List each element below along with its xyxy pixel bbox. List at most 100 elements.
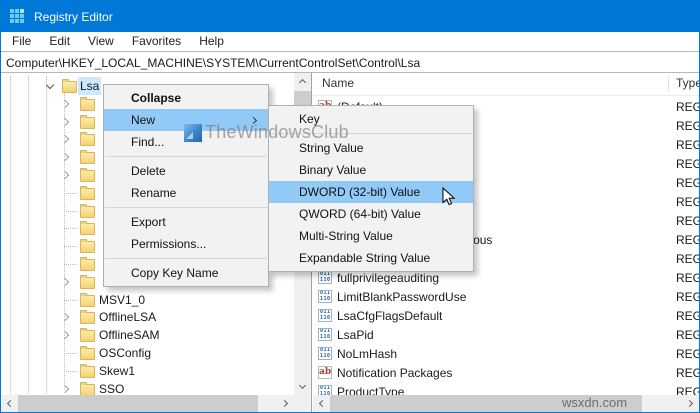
menubar-edit[interactable]: Edit: [40, 32, 79, 52]
value-type: REG_: [676, 117, 700, 136]
menu-bar: FileEditViewFavoritesHelp: [1, 32, 699, 52]
tree-item-label: OfflineLSA: [97, 308, 158, 326]
new-submenu-item-key[interactable]: Key: [269, 108, 473, 130]
folder-icon: [80, 223, 95, 235]
tree-item-label: OfflineSAM: [97, 326, 161, 344]
registry-value-nolmhash[interactable]: NoLmHash REG_: [313, 345, 699, 364]
folder-icon: [80, 312, 95, 324]
tree-item-msv1-0[interactable]: MSV1_0: [1, 291, 293, 309]
address-text: Computer\HKEY_LOCAL_MACHINE\SYSTEM\Curre…: [6, 56, 420, 70]
context-menu-item-export[interactable]: Export: [104, 211, 268, 233]
menubar-help[interactable]: Help: [190, 32, 233, 52]
folder-icon: [80, 277, 95, 289]
folder-icon: [80, 259, 95, 271]
expand-chevron-icon[interactable]: [61, 331, 69, 339]
tree-item-osconfig[interactable]: OSConfig: [1, 344, 293, 362]
scrollbar-corner: [294, 395, 311, 412]
new-submenu-item-dword-32-bit-value[interactable]: DWORD (32-bit) Value: [269, 181, 473, 203]
value-type: REG_: [676, 193, 700, 212]
tree-horizontal-scrollbar[interactable]: [1, 395, 294, 412]
collapse-chevron-icon[interactable]: [46, 81, 54, 89]
tree-connector: [64, 228, 77, 229]
expand-chevron-icon[interactable]: [61, 153, 69, 161]
value-type: REG_: [676, 288, 700, 307]
context-menu-item-delete[interactable]: Delete: [104, 160, 268, 182]
value-type: REG_: [676, 250, 700, 269]
tree-connector: [64, 264, 77, 265]
value-type: REG_: [676, 345, 700, 364]
value-type: REG_: [676, 136, 700, 155]
list-horizontal-scrollbar[interactable]: [313, 395, 699, 412]
value-type: REG_: [676, 212, 700, 231]
context-menu-item-rename[interactable]: Rename: [104, 182, 268, 204]
scroll-left-button[interactable]: [313, 395, 330, 412]
folder-icon: [80, 295, 95, 307]
tree-item-label: OSConfig: [97, 344, 153, 362]
scroll-right-button[interactable]: [682, 395, 699, 412]
context-menu-separator: [105, 207, 267, 208]
tree-connector: [64, 371, 77, 372]
address-bar[interactable]: Computer\HKEY_LOCAL_MACHINE\SYSTEM\Curre…: [1, 53, 699, 73]
value-type: REG_: [676, 307, 700, 326]
folder-icon: [80, 188, 95, 200]
tree-item-label: MSV1_0: [97, 291, 147, 309]
new-submenu-item-expandable-string-value[interactable]: Expandable String Value: [269, 247, 473, 269]
new-submenu-item-multi-string-value[interactable]: Multi-String Value: [269, 225, 473, 247]
scroll-up-button[interactable]: [294, 73, 311, 90]
title-bar: Registry Editor: [1, 1, 699, 32]
chevron-right-icon: [686, 400, 693, 407]
tree-item-skew1[interactable]: Skew1: [1, 362, 293, 380]
scroll-right-button[interactable]: [277, 395, 294, 412]
folder-icon: [80, 134, 95, 146]
folder-icon: [80, 330, 95, 342]
expand-chevron-icon[interactable]: [61, 171, 69, 179]
tree-connector: [64, 353, 77, 354]
value-type: REG_: [676, 174, 700, 193]
dword-value-icon: [318, 271, 332, 284]
new-submenu-item-string-value[interactable]: String Value: [269, 137, 473, 159]
context-menu-item-new[interactable]: New: [104, 109, 268, 131]
value-name: LsaPid: [337, 326, 374, 345]
context-menu-item-permissions[interactable]: Permissions...: [104, 233, 268, 255]
chevron-left-icon: [7, 400, 14, 407]
registry-editor-app-icon: [10, 9, 25, 24]
horizontal-scroll-thumb[interactable]: [18, 395, 258, 412]
tree-connector: [64, 246, 77, 247]
window-title: Registry Editor: [34, 10, 113, 24]
context-menu-item-copy-key-name[interactable]: Copy Key Name: [104, 262, 268, 284]
scroll-left-button[interactable]: [1, 395, 18, 412]
expand-chevron-icon[interactable]: [61, 135, 69, 143]
tree-connector: [64, 193, 77, 194]
expand-chevron-icon[interactable]: [61, 313, 69, 321]
new-submenu-item-binary-value[interactable]: Binary Value: [269, 159, 473, 181]
tree-connector: [64, 300, 77, 301]
dword-value-icon: [318, 328, 332, 341]
folder-icon: [80, 366, 95, 378]
value-type: REG_: [676, 231, 700, 250]
scroll-down-button[interactable]: [294, 378, 311, 395]
dword-value-icon: [318, 309, 332, 322]
expand-chevron-icon[interactable]: [61, 278, 69, 286]
menubar-view[interactable]: View: [79, 32, 123, 52]
expand-chevron-icon[interactable]: [61, 384, 69, 392]
context-menu-item-find[interactable]: Find...: [104, 131, 268, 153]
expand-chevron-icon[interactable]: [61, 117, 69, 125]
expand-chevron-icon[interactable]: [61, 100, 69, 108]
menubar-favorites[interactable]: Favorites: [123, 32, 190, 52]
dword-value-icon: [318, 290, 332, 303]
tree-item-label: Lsa: [78, 77, 101, 95]
menubar-file[interactable]: File: [3, 32, 40, 52]
registry-value-notification-packages[interactable]: Notification PackagesREG_: [313, 364, 699, 383]
tree-item-offlinesam[interactable]: OfflineSAM: [1, 326, 293, 344]
value-name: Notification Packages: [337, 364, 452, 383]
new-submenu-item-qword-64-bit-value[interactable]: QWORD (64-bit) Value: [269, 203, 473, 225]
registry-value-lsapid[interactable]: LsaPidREG_: [313, 326, 699, 345]
registry-value-limitblankpassworduse[interactable]: LimitBlankPasswordUseREG_: [313, 288, 699, 307]
chevron-right-icon: [281, 400, 288, 407]
value-name: NoLmHash: [337, 345, 397, 364]
registry-value-lsacfgflagsdefault[interactable]: LsaCfgFlagsDefaultREG_: [313, 307, 699, 326]
horizontal-scroll-thumb[interactable]: [330, 395, 642, 412]
context-menu-item-collapse[interactable]: Collapse: [104, 87, 268, 109]
folder-icon: [80, 117, 95, 129]
tree-item-offlinelsa[interactable]: OfflineLSA: [1, 308, 293, 326]
